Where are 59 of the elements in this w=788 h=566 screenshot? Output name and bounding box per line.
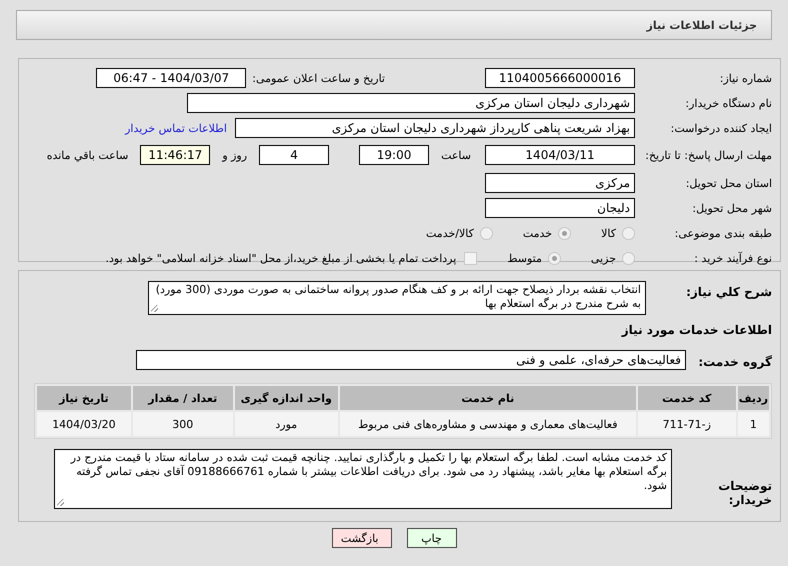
field-label: شهر محل تحویل: [691, 202, 772, 214]
table-cell: 300 [132, 412, 233, 436]
days-field: 4 [259, 145, 330, 165]
field-label: توضیحات خریدار: [717, 478, 772, 507]
field-label: نام دستگاه خریدار: [684, 96, 772, 110]
column-header: تاریخ نیاز [37, 386, 131, 410]
radio-label: جزیی [590, 252, 616, 264]
table-cell: 1404/03/20 [37, 412, 131, 436]
print-button[interactable]: چاپ [406, 528, 456, 548]
field-label: طبقه بندی موضوعی: [674, 226, 772, 240]
contact-link[interactable]: اطلاعات تماس خریدار [125, 122, 227, 134]
table-cell: 1 [738, 412, 769, 436]
province-field: مرکزی [485, 173, 635, 193]
service-group-field: فعالیت‌های حرفه‌ای، علمی و فنی [136, 350, 686, 370]
column-header: واحد اندازه گیری [234, 386, 338, 410]
radio-button[interactable] [558, 226, 572, 240]
back-button[interactable]: بازگشت [332, 528, 392, 548]
table-cell: فعالیت‌های معماری و مهندسی و مشاوره‌های فنی مربوط [340, 412, 636, 436]
table-cell: ز-71-711 [638, 412, 736, 436]
remaining-label: ساعت باقي مانده [46, 148, 128, 162]
buyer-notes-field: کد خدمت مشابه است. لطفا برگه استعلام بها را تکمیل و بارگذاری نمایید. چنانچه قیمت ثبت شده در سامانه ستاد با قیمت مندرج در برگه استعلام بها مغایر باشد، پیشنهاد رد می شود. برای دریافت اطلاعات بیشتر با شماره 09188666761 آقای نجفی تماس گرفته شود. [54, 449, 672, 509]
radio-label: متوسط [507, 252, 542, 264]
page-title: جزئیات اطلاعات نیاز [646, 18, 757, 32]
table-cell: مورد [234, 412, 338, 436]
radio-button[interactable] [622, 252, 635, 264]
field-label: نوع فرآیند خرید : [693, 252, 772, 264]
section-heading: اطلاعات خدمات مورد نیاز [620, 323, 772, 337]
field-label: شرح کلي نیاز: [685, 284, 772, 299]
column-header: کد خدمت [638, 386, 736, 410]
days-label: روز و [222, 148, 248, 162]
radio-label: کالا/خدمت [426, 226, 474, 240]
field-label: شماره نیاز: [718, 72, 772, 84]
checkbox-label: پرداخت تمام یا بخشی از مبلغ خرید،از محل "اسناد خزانه اسلامی" خواهد بود. [106, 252, 456, 264]
resize-grip-icon[interactable] [57, 499, 64, 506]
radio-button[interactable] [548, 252, 561, 264]
radio-label: خدمت [522, 226, 552, 240]
checkbox[interactable] [464, 252, 478, 264]
radio-button[interactable] [480, 226, 493, 240]
field-label: ایجاد کننده درخواست: [670, 122, 772, 134]
description-field: انتخاب نقشه بردار ذیصلاح جهت ارائه بر و کف هنگام صدور پروانه ساختمانی به صورت موردی (300 مورد) به شرح مندرج در برگه استعلام بها [148, 281, 646, 315]
deadline-time-field: 19:00 [359, 145, 430, 165]
deadline-date-field: 1404/03/11 [485, 145, 635, 165]
field-label: تاریخ و ساعت اعلان عمومی: [252, 72, 385, 84]
column-header: تعداد / مقدار [132, 386, 233, 410]
column-header: نام خدمت [340, 386, 636, 410]
creator-field: بهزاد شریعت پناهی کارپرداز شهرداری دلیجان استان مرکزی [235, 118, 635, 138]
column-header: ردیف [738, 386, 769, 410]
field-label: مهلت ارسال پاسخ: تا تاریخ: [644, 148, 772, 162]
resize-grip-icon[interactable] [151, 305, 158, 312]
field-label: استان محل تحویل: [684, 176, 772, 190]
remaining-time-field: 11:46:17 [140, 145, 210, 165]
city-field: دلیجان [485, 198, 635, 218]
radio-button[interactable] [622, 226, 635, 240]
radio-label: کالا [601, 226, 616, 240]
need-number-field: 1104005666000016 [485, 68, 635, 88]
announce-date-field: 1404/03/07 - 06:47 [96, 68, 246, 88]
field-label: گروه خدمت: [697, 354, 772, 369]
buyer-field: شهرداری دلیجان استان مرکزی [187, 93, 635, 113]
time-label: ساعت [441, 148, 471, 162]
